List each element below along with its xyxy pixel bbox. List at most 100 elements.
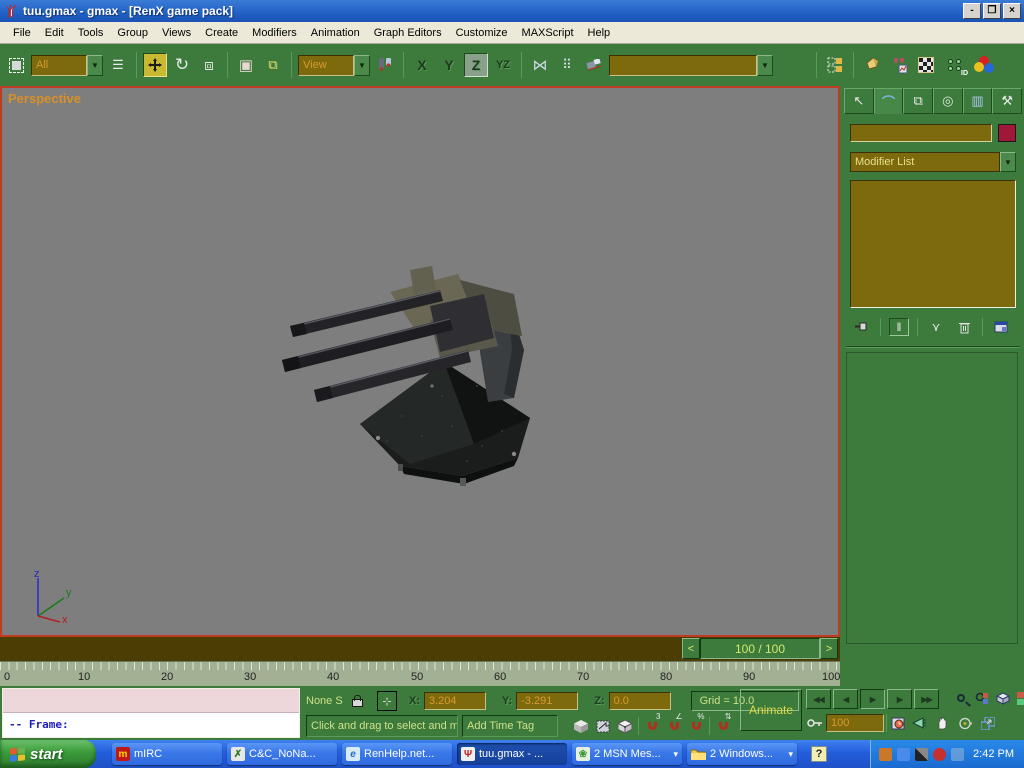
material-id-button[interactable]: ID xyxy=(941,53,969,77)
tab-create[interactable]: ↖ xyxy=(844,88,874,114)
restrict-yz-plane-button[interactable]: YZ xyxy=(491,53,515,77)
chevron-down-icon[interactable]: ▼ xyxy=(757,55,773,76)
play-button[interactable]: ▶ xyxy=(860,689,885,709)
tray-icon-2[interactable] xyxy=(897,748,910,761)
select-manipulate-button[interactable]: ▣ xyxy=(234,53,258,77)
tab-utilities[interactable]: ⚒ xyxy=(992,88,1022,114)
snap-toggle-3d-icon[interactable]: 3 xyxy=(643,717,661,735)
viewport-label[interactable]: Perspective xyxy=(8,91,81,106)
restore-button[interactable]: ❐ xyxy=(983,3,1001,19)
link-button[interactable]: ⧉ xyxy=(261,53,285,77)
tray-icon-4[interactable] xyxy=(933,748,946,761)
tab-hierarchy[interactable]: ⧉ xyxy=(903,88,933,114)
time-slider-prev-button[interactable]: < xyxy=(682,638,700,659)
close-button[interactable]: × xyxy=(1003,3,1021,19)
layer-manager-button[interactable] xyxy=(823,53,847,77)
pin-stack-button[interactable] xyxy=(852,318,872,336)
object-name-input[interactable] xyxy=(850,124,992,142)
listener-pink-line[interactable] xyxy=(3,689,299,713)
crossing-selection-icon[interactable] xyxy=(594,717,612,735)
x-coord-field[interactable]: 3.204 xyxy=(424,692,486,710)
z-coord-field[interactable]: 0.0 xyxy=(609,692,671,710)
select-object-button[interactable] xyxy=(4,53,28,77)
track-bar[interactable]: < 100 / 100 > xyxy=(0,637,840,661)
go-to-end-button[interactable]: ▶▶ xyxy=(914,689,939,709)
menu-customize[interactable]: Customize xyxy=(449,24,515,42)
field-of-view-button[interactable] xyxy=(910,714,928,732)
start-button[interactable]: start xyxy=(0,740,96,768)
use-pivot-center-button[interactable] xyxy=(373,53,397,77)
menu-modifiers[interactable]: Modifiers xyxy=(245,24,304,42)
time-configuration-button[interactable] xyxy=(889,714,907,732)
open-keys-button[interactable] xyxy=(860,53,884,77)
time-slider-value[interactable]: 100 / 100 xyxy=(700,638,820,659)
go-to-start-button[interactable]: ◀◀ xyxy=(806,689,831,709)
maxscript-mini-listener[interactable]: -- Frame: xyxy=(2,688,300,738)
reference-coord-combo[interactable]: View ▼ xyxy=(298,55,370,76)
spinner-snap-icon[interactable]: ⇅ xyxy=(714,717,732,735)
angle-snap-icon[interactable]: ∠ xyxy=(665,717,683,735)
snap-cube-icon[interactable] xyxy=(616,717,634,735)
taskbar-item-cnc[interactable]: ✗ C&C_NoNa... xyxy=(227,743,337,765)
select-rotate-button[interactable]: ↻ xyxy=(170,53,194,77)
time-slider[interactable]: < 100 / 100 > xyxy=(682,638,838,659)
listener-frame-line[interactable]: -- Frame: xyxy=(3,713,299,737)
tray-icon-3[interactable] xyxy=(915,748,928,761)
configure-modifier-sets-button[interactable] xyxy=(991,318,1011,336)
menu-create[interactable]: Create xyxy=(198,24,245,42)
help-tray-icon[interactable]: ? xyxy=(811,746,827,762)
percent-snap-icon[interactable]: % xyxy=(687,717,705,735)
taskbar-item-gmax[interactable]: Ψ tuu.gmax - ... xyxy=(457,743,567,765)
tab-modify[interactable]: ⌒ xyxy=(874,88,904,114)
arc-rotate-button[interactable] xyxy=(956,714,974,732)
degradation-override-icon[interactable] xyxy=(572,717,590,735)
animate-button[interactable]: Animate xyxy=(740,689,802,731)
remove-modifier-button[interactable] xyxy=(954,318,974,336)
material-editor-button[interactable] xyxy=(914,53,938,77)
y-coord-field[interactable]: -3.291 xyxy=(516,692,578,710)
taskbar-group-windows[interactable]: 2 Windows... ▾ xyxy=(687,743,797,765)
modifier-list-combo[interactable]: Modifier List ▼ xyxy=(850,152,1016,172)
object-color-swatch[interactable] xyxy=(998,124,1016,142)
menu-help[interactable]: Help xyxy=(581,24,618,42)
tray-icon-5[interactable] xyxy=(951,748,964,761)
menu-views[interactable]: Views xyxy=(155,24,198,42)
selection-lock-icon[interactable] xyxy=(352,699,363,707)
timeline-ruler[interactable]: 0 10 20 30 40 50 60 70 80 90 100 xyxy=(0,661,840,686)
chevron-down-icon[interactable]: ▼ xyxy=(1000,152,1016,172)
make-unique-button[interactable]: ⋎ xyxy=(926,318,946,336)
restrict-z-button[interactable]: Z xyxy=(464,53,488,77)
min-max-toggle-button[interactable] xyxy=(979,714,997,732)
pan-hand-button[interactable] xyxy=(933,714,951,732)
select-by-name-button[interactable]: ☰ xyxy=(106,53,130,77)
set-key-icon[interactable] xyxy=(806,714,824,732)
tray-icon-1[interactable] xyxy=(879,748,892,761)
tab-display[interactable]: ▥ xyxy=(963,88,993,114)
array-button[interactable]: ⠿ xyxy=(555,53,579,77)
turret-3d-model[interactable] xyxy=(282,266,552,488)
time-slider-next-button[interactable]: > xyxy=(820,638,838,659)
mirror-button[interactable]: ⋈ xyxy=(528,53,552,77)
current-frame-field[interactable]: 100 xyxy=(826,714,884,732)
menu-edit[interactable]: Edit xyxy=(38,24,71,42)
zoom-all-button[interactable] xyxy=(973,689,991,707)
menu-group[interactable]: Group xyxy=(110,24,155,42)
restrict-y-button[interactable]: Y xyxy=(437,53,461,77)
taskbar-item-renhelp[interactable]: e RenHelp.net... xyxy=(342,743,452,765)
tab-motion[interactable]: ◎ xyxy=(933,88,963,114)
select-scale-button[interactable]: ⧈ xyxy=(197,53,221,77)
add-time-tag[interactable]: Add Time Tag xyxy=(462,715,558,737)
taskbar-item-mirc[interactable]: m mIRC xyxy=(112,743,222,765)
restrict-x-button[interactable]: X xyxy=(410,53,434,77)
render-button[interactable] xyxy=(972,53,996,77)
perspective-viewport[interactable]: Perspective xyxy=(0,86,840,637)
chevron-down-icon[interactable]: ▼ xyxy=(87,55,103,76)
track-view-button[interactable] xyxy=(887,53,911,77)
named-selection-combo[interactable]: ▼ xyxy=(609,55,773,76)
modifier-stack-list[interactable] xyxy=(850,180,1016,308)
menu-file[interactable]: File xyxy=(6,24,38,42)
select-move-button[interactable] xyxy=(143,53,167,77)
chevron-down-icon[interactable]: ▼ xyxy=(354,55,370,76)
previous-frame-button[interactable]: ◀ xyxy=(833,689,858,709)
zoom-button[interactable] xyxy=(952,689,970,707)
